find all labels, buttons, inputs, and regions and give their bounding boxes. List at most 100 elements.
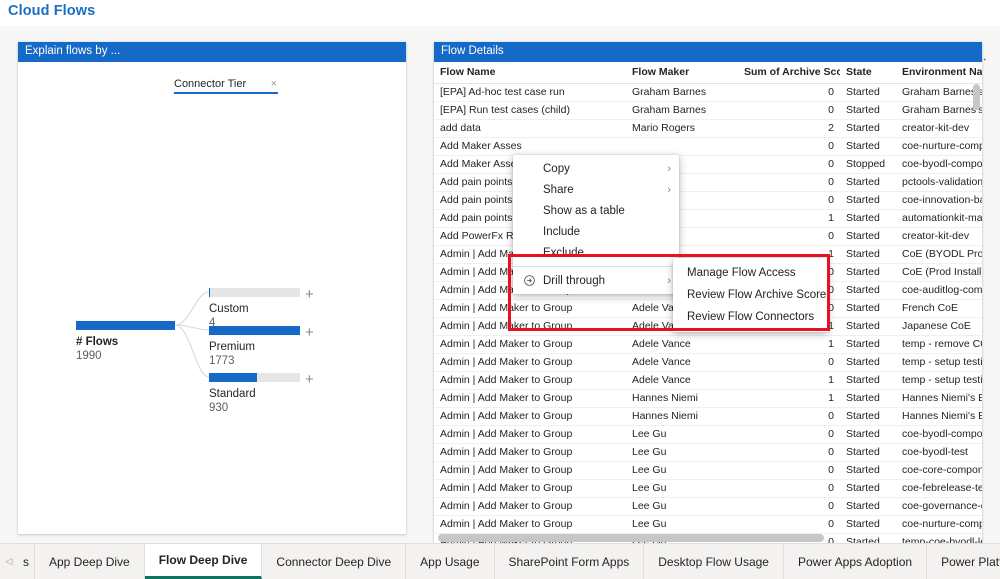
cell-archive-score: 0: [738, 407, 840, 426]
tree-node-custom[interactable]: Custom 4: [209, 288, 300, 330]
cell-environment-name: coe-byodl-test: [896, 443, 982, 462]
cell-environment-name: temp - setup testing 1: [896, 353, 982, 372]
table-row[interactable]: Admin | Add Maker to GroupLee Gu0Started…: [434, 497, 982, 516]
report-title-bar: Cloud Flows: [0, 0, 1000, 26]
cell-flow-maker: Lee Gu: [626, 443, 738, 462]
cell-flow-maker: Hannes Niemi: [626, 407, 738, 426]
submenu-item-review-flow-archive-score[interactable]: Review Flow Archive Score: [673, 284, 828, 306]
expand-standard-button[interactable]: +: [305, 372, 314, 387]
cell-flow-name: Admin | Add Maker to Group: [434, 425, 626, 444]
cell-state: Started: [840, 227, 896, 246]
cell-state: Started: [840, 173, 896, 192]
table-row[interactable]: Admin | Add Maker to GroupLee Gu0Started…: [434, 425, 982, 444]
cell-environment-name: French CoE: [896, 299, 982, 318]
report-canvas: Explain flows by ... Connector Tier × # …: [0, 26, 1000, 549]
table-row[interactable]: Admin | Add Maker to Group Adele Vance 1 St…: [434, 335, 982, 354]
cell-environment-name: coe-byodl-components-dev: [896, 425, 982, 444]
cell-environment-name: coe-governance-components-d: [896, 497, 982, 516]
column-header-archive-score[interactable]: Sum of Archive Score: [738, 62, 840, 84]
cell-flow-name: Admin | Add Maker to Group: [434, 335, 626, 354]
table-row[interactable]: Admin | Add Maker to GroupLee Gu0Started…: [434, 479, 982, 498]
cell-state: Started: [840, 407, 896, 426]
cell-flow-maker: Lee Gu: [626, 515, 738, 534]
table-row[interactable]: [EPA] Ad-hoc test case run Graham Barnes 0…: [434, 83, 982, 102]
cell-archive-score: 0: [738, 425, 840, 444]
vertical-scroll-thumb[interactable]: [973, 84, 980, 110]
expand-premium-button[interactable]: +: [305, 325, 314, 340]
cell-archive-score: 0: [738, 515, 840, 534]
cell-flow-name: add data: [434, 119, 626, 138]
cell-archive-score: 0: [738, 479, 840, 498]
cell-flow-name: Admin | Add Maker to Group: [434, 353, 626, 372]
tree-node-standard[interactable]: Standard 930: [209, 373, 300, 415]
cell-flow-maker: Graham Barnes: [626, 83, 738, 102]
cell-flow-maker: Graham Barnes: [626, 101, 738, 120]
cell-state: Started: [840, 497, 896, 516]
table-row[interactable]: Admin | Add Maker to Group Adele Vance 1 St…: [434, 371, 982, 390]
table-row[interactable]: Admin | Add Maker to Group Hannes Niemi 1 S…: [434, 389, 982, 408]
context-menu-item-copy[interactable]: Copy ›: [513, 158, 679, 179]
tab-partial-previous[interactable]: s: [18, 544, 35, 579]
cell-flow-maker: Adele Vance: [626, 335, 738, 354]
tab-power-platform-yoy-adopti[interactable]: Power Platform YoY Adopti: [927, 544, 1000, 579]
column-header-flow-name[interactable]: Flow Name: [434, 62, 626, 84]
cell-flow-maker: Mario Rogers: [626, 119, 738, 138]
custom-node-label: Custom: [209, 303, 249, 315]
cell-flow-name: [EPA] Ad-hoc test case run: [434, 83, 626, 102]
tree-node-premium[interactable]: Premium 1773: [209, 326, 300, 368]
cell-archive-score: 0: [738, 155, 840, 174]
cell-state: Started: [840, 263, 896, 282]
table-row[interactable]: Admin | Add Maker to Group Hannes Niemi 0 S…: [434, 407, 982, 426]
column-header-environment-name[interactable]: Environment Name: [896, 62, 982, 84]
table-row[interactable]: Admin | Add Maker to GroupLee Gu0Started…: [434, 515, 982, 534]
context-menu-item-exclude[interactable]: Exclude: [513, 242, 679, 263]
context-menu-item-drill-through[interactable]: Drill through ›: [513, 270, 679, 291]
table-row[interactable]: Admin | Add Maker to GroupLee Gu0Started…: [434, 461, 982, 480]
cell-flow-maker: Lee Gu: [626, 461, 738, 480]
column-header-state[interactable]: State: [840, 62, 896, 84]
root-node-value: 1990: [76, 350, 102, 362]
cell-state: Started: [840, 209, 896, 228]
tab-scroll-left-icon[interactable]: ◁: [0, 544, 18, 579]
tab-connector-deep-dive[interactable]: Connector Deep Dive: [262, 544, 407, 579]
cell-flow-name: Admin | Add Maker to Group: [434, 443, 626, 462]
context-menu: Copy › Share › Show as a table Include E…: [513, 155, 679, 294]
standard-bar-track: [209, 373, 300, 382]
horizontal-scroll-thumb[interactable]: [438, 534, 824, 542]
cell-environment-name: coe-nurture-components-dev: [896, 137, 982, 156]
custom-bar-track: [209, 288, 300, 297]
cell-archive-score: 0: [738, 461, 840, 480]
table-horizontal-scrollbar[interactable]: [438, 534, 976, 542]
tree-node-root[interactable]: # Flows 1990: [76, 321, 175, 363]
cell-flow-name: Admin | Add Maker to Group: [434, 299, 626, 318]
expand-custom-button[interactable]: +: [305, 287, 314, 302]
context-menu-item-share[interactable]: Share ›: [513, 179, 679, 200]
table-row[interactable]: Admin | Add Maker to GroupLee Gu0Started…: [434, 443, 982, 462]
tab-flow-deep-dive[interactable]: Flow Deep Dive: [144, 544, 263, 579]
cell-environment-name: CoE (Prod Install): [896, 263, 982, 282]
context-menu-separator: [513, 266, 679, 267]
table-row[interactable]: add data Mario Rogers 2 Started creator-kit-…: [434, 119, 982, 138]
table-row[interactable]: Admin | Add Maker to Group Adele Vance 0 St…: [434, 353, 982, 372]
tab-sharepoint-form-apps[interactable]: SharePoint Form Apps: [494, 544, 645, 579]
tab-desktop-flow-usage[interactable]: Desktop Flow Usage: [644, 544, 784, 579]
table-vertical-scrollbar[interactable]: [973, 84, 980, 540]
table-row[interactable]: [EPA] Run test cases (child) Graham Barne…: [434, 101, 982, 120]
submenu-item-review-flow-connectors[interactable]: Review Flow Connectors: [673, 306, 828, 328]
cell-state: Started: [840, 461, 896, 480]
table-row[interactable]: Add Maker Asses 0Startedcoe-nurture-compo…: [434, 137, 982, 156]
cell-state: Started: [840, 479, 896, 498]
tab-app-usage[interactable]: App Usage: [406, 544, 495, 579]
tab-app-deep-dive[interactable]: App Deep Dive: [35, 544, 145, 579]
submenu-item-manage-flow-access[interactable]: Manage Flow Access: [673, 262, 828, 284]
cell-environment-name: coe-auditlog-components-dev: [896, 281, 982, 300]
context-menu-item-share-label: Share: [543, 183, 574, 196]
chevron-right-icon: ›: [667, 162, 671, 175]
context-menu-item-show-as-a-table[interactable]: Show as a table: [513, 200, 679, 221]
tab-power-apps-adoption[interactable]: Power Apps Adoption: [783, 544, 928, 579]
cell-flow-maker: Adele Vance: [626, 353, 738, 372]
cell-environment-name: temp - remove CC: [896, 335, 982, 354]
column-header-flow-maker[interactable]: Flow Maker: [626, 62, 738, 84]
cell-archive-score: 1: [738, 389, 840, 408]
context-menu-item-include[interactable]: Include: [513, 221, 679, 242]
